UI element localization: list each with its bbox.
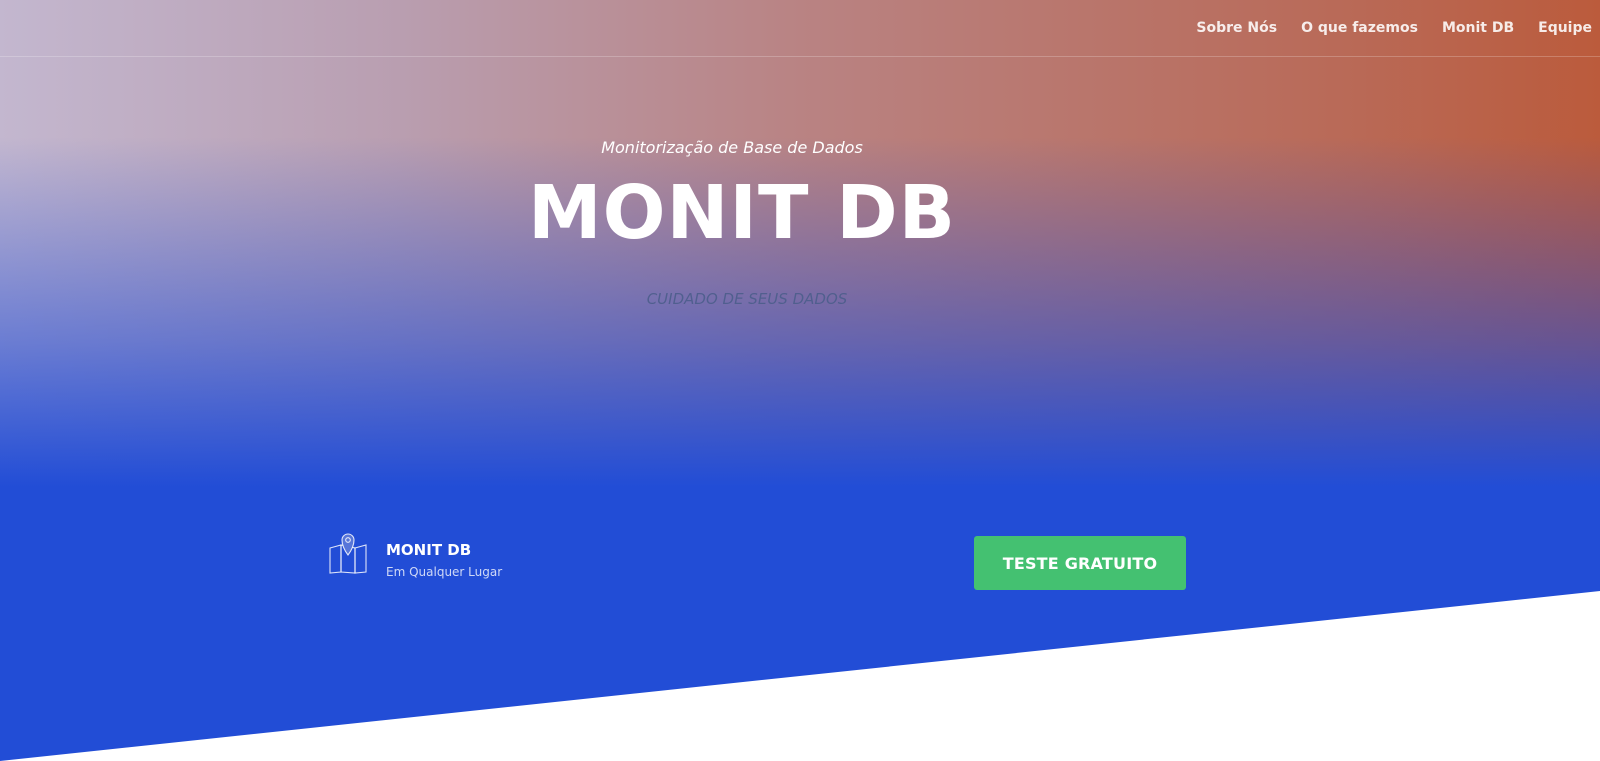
free-trial-button[interactable]: TESTE GRATUITO: [974, 536, 1186, 590]
hero-title: MONIT DB: [527, 170, 957, 256]
map-pin-icon: [329, 533, 367, 574]
nav-link-o-que-fazemos[interactable]: O que fazemos: [1301, 20, 1418, 36]
hero-slope-divider: [0, 591, 1600, 761]
hero-tagline: CUIDADO DE SEUS DADOS: [646, 290, 848, 308]
nav-link-monit-db[interactable]: Monit DB: [1442, 20, 1514, 36]
feature-subtitle: Em Qualquer Lugar: [386, 565, 503, 579]
nav-link-equipe[interactable]: Equipe: [1538, 20, 1592, 36]
feature-text: MONIT DB Em Qualquer Lugar: [386, 540, 502, 580]
feature-title: MONIT DB: [386, 541, 472, 559]
navbar: Sobre Nós O que fazemos Monit DB Equipe: [0, 0, 1600, 57]
hero-subtitle: Monitorização de Base de Dados: [601, 138, 863, 157]
nav-link-sobre-nos[interactable]: Sobre Nós: [1196, 20, 1277, 36]
nav-links: Sobre Nós O que fazemos Monit DB Equipe: [1196, 0, 1592, 56]
hero-section: Sobre Nós O que fazemos Monit DB Equipe …: [0, 0, 1600, 761]
feature-block: MONIT DB Em Qualquer Lugar: [328, 533, 502, 580]
